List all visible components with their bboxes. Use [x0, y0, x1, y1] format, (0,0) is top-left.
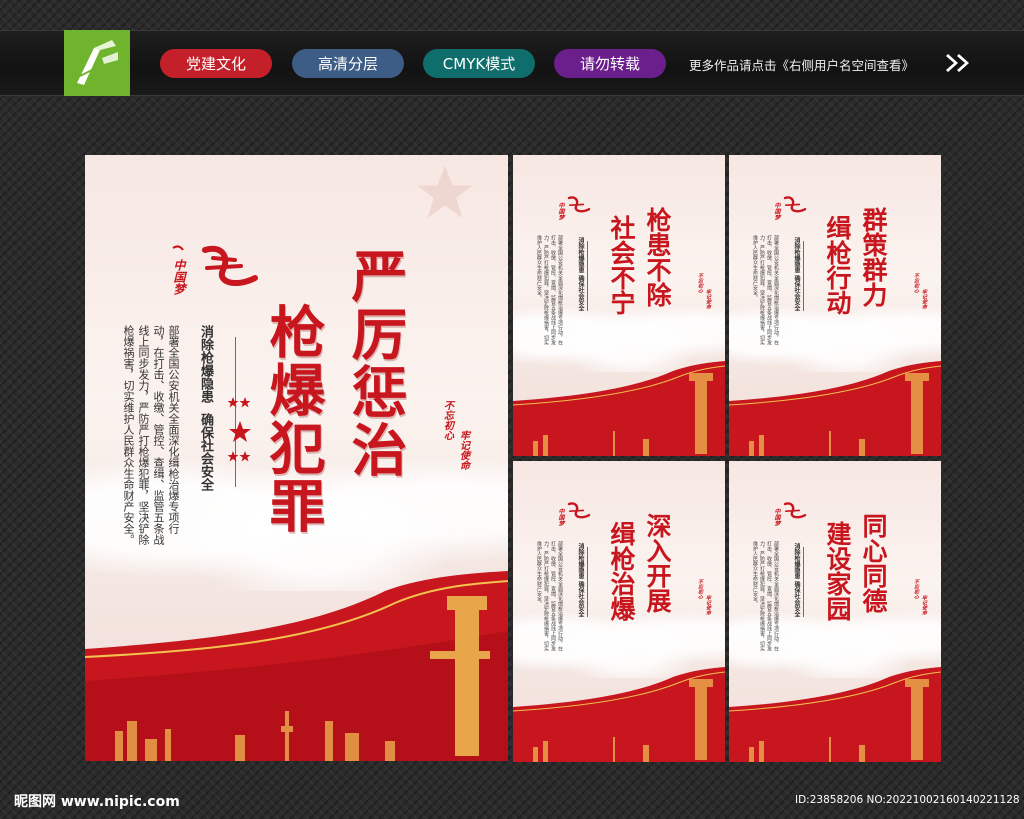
image-id-watermark: ID:23858206 NO:20221002160140221128 — [795, 794, 1020, 806]
poster-title-col-2: 缉枪治爆 — [607, 521, 636, 621]
poster-body-text: 部署全国公安机关全面深化缉枪治爆专项行动，在打击、收缴、管控、查缉、监管五条战线… — [536, 235, 563, 345]
logo-text: 中国梦 — [773, 508, 780, 526]
poster-title-col-1: 群策群力 — [859, 207, 888, 307]
background-star-icon — [417, 165, 473, 218]
tag-hd-layers[interactable]: 高清分层 — [292, 49, 404, 78]
poster-subtitle-2: 确保社会安全 — [577, 581, 584, 617]
poster-subtitle-1: 消除枪爆隐患 — [577, 543, 584, 579]
poster-title-col-1: 严厉惩治 — [342, 247, 408, 479]
logo-text: 中国梦 — [773, 202, 780, 220]
poster-subtitle-1: 消除枪爆隐患 — [793, 237, 800, 273]
poster-subtitle-1: 消除枪爆隐患 — [198, 325, 213, 403]
nipic-logo[interactable] — [64, 30, 130, 96]
small-poster-2: 中国梦 群策群力 缉枪行动 消除枪爆隐患 确保社会安全 部署全国公安机关全面深化… — [729, 155, 941, 456]
red-ribbon-skyline — [85, 571, 508, 761]
small-poster-4: 中国梦 同心同德 建设家园 消除枪爆隐患 确保社会安全 部署全国公安机关全面深化… — [729, 461, 941, 762]
tag-no-repost[interactable]: 请勿转载 — [554, 49, 666, 78]
subtitle-divider — [803, 241, 804, 311]
red-ribbon-skyline — [513, 361, 725, 456]
logo-text: 中国梦 — [172, 259, 186, 295]
poster-title-col-1: 深入开展 — [643, 513, 672, 613]
more-works-link[interactable]: 更多作品请点击《右侧用户名空间查看》 — [689, 55, 914, 74]
small-poster-3: 中国梦 深入开展 缉枪治爆 消除枪爆隐患 确保社会安全 部署全国公安机关全面深化… — [513, 461, 725, 762]
seal-text-1: 不忘初心 — [697, 273, 703, 293]
poster-body-text: 部署全国公安机关全面深化缉枪治爆专项行动，在打击、收缴、管控、查缉、监管五条战线… — [752, 541, 779, 651]
poster-subtitle-2: 确保社会安全 — [793, 275, 800, 311]
seal-text-2: 牢记使命 — [705, 595, 711, 615]
tag-cmyk[interactable]: CMYK模式 — [423, 49, 535, 78]
small-poster-1: 中国梦 枪患不除 社会不宁 消除枪爆隐患 确保社会安全 部署全国公安机关全面深化… — [513, 155, 725, 456]
poster-title-col-2: 枪爆犯罪 — [260, 303, 326, 535]
poster-subtitle-2: 确保社会安全 — [198, 413, 213, 491]
poster-title-col-2: 缉枪行动 — [823, 215, 852, 315]
poster-subtitle-1: 消除枪爆隐患 — [577, 237, 584, 273]
seal-text-2: 牢记使命 — [457, 430, 469, 470]
seal-text-1: 不忘初心 — [913, 273, 919, 293]
red-ribbon-skyline — [729, 667, 941, 762]
subtitle-divider — [587, 547, 588, 617]
logo-text: 中国梦 — [557, 508, 564, 526]
red-ribbon-skyline — [729, 361, 941, 456]
pen-logo-icon — [77, 40, 118, 85]
subtitle-divider — [803, 547, 804, 617]
main-poster: 中国梦 严厉惩治 枪爆犯罪 消除枪爆隐患 确保社会安全 部署全国公安机关全面深化… — [85, 155, 508, 761]
subtitle-divider — [587, 241, 588, 311]
poster-subtitle-2: 确保社会安全 — [793, 581, 800, 617]
poster-title-col-2: 社会不宁 — [607, 215, 636, 315]
nipic-watermark: 昵图网 www.nipic.com — [14, 794, 180, 810]
poster-body-text: 部署全国公安机关全面深化缉枪治爆专项行动，在打击、收缴、管控、查缉、监管五条战线… — [752, 235, 779, 345]
red-ribbon-skyline — [513, 667, 725, 762]
seal-text-1: 不忘初心 — [697, 579, 703, 599]
seal-text-2: 牢记使命 — [921, 595, 927, 615]
stars-decoration-icon — [227, 397, 251, 462]
poster-title-col-2: 建设家园 — [823, 521, 852, 621]
seal-text-2: 牢记使命 — [921, 289, 927, 309]
tag-party-culture[interactable]: 党建文化 — [160, 49, 272, 78]
seal-text-1: 不忘初心 — [441, 400, 453, 440]
poster-body-text: 部署全国公安机关全面深化缉枪治爆专项行动，在打击、收缴、管控、查缉、监管五条战线… — [536, 541, 563, 651]
poster-title-col-1: 枪患不除 — [643, 207, 672, 307]
seal-text-2: 牢记使命 — [705, 289, 711, 309]
poster-subtitle-2: 确保社会安全 — [577, 275, 584, 311]
seal-text-1: 不忘初心 — [913, 579, 919, 599]
logo-text: 中国梦 — [557, 202, 564, 220]
poster-body-text: 部署全国公安机关全面深化缉枪治爆专项行动，在打击、收缴、管控、查缉、监管五条战线… — [122, 325, 180, 545]
poster-title-col-1: 同心同德 — [859, 513, 888, 613]
poster-subtitle-1: 消除枪爆隐患 — [793, 543, 800, 579]
subtitle-divider — [235, 337, 236, 487]
double-chevron-right-icon[interactable] — [944, 52, 972, 74]
